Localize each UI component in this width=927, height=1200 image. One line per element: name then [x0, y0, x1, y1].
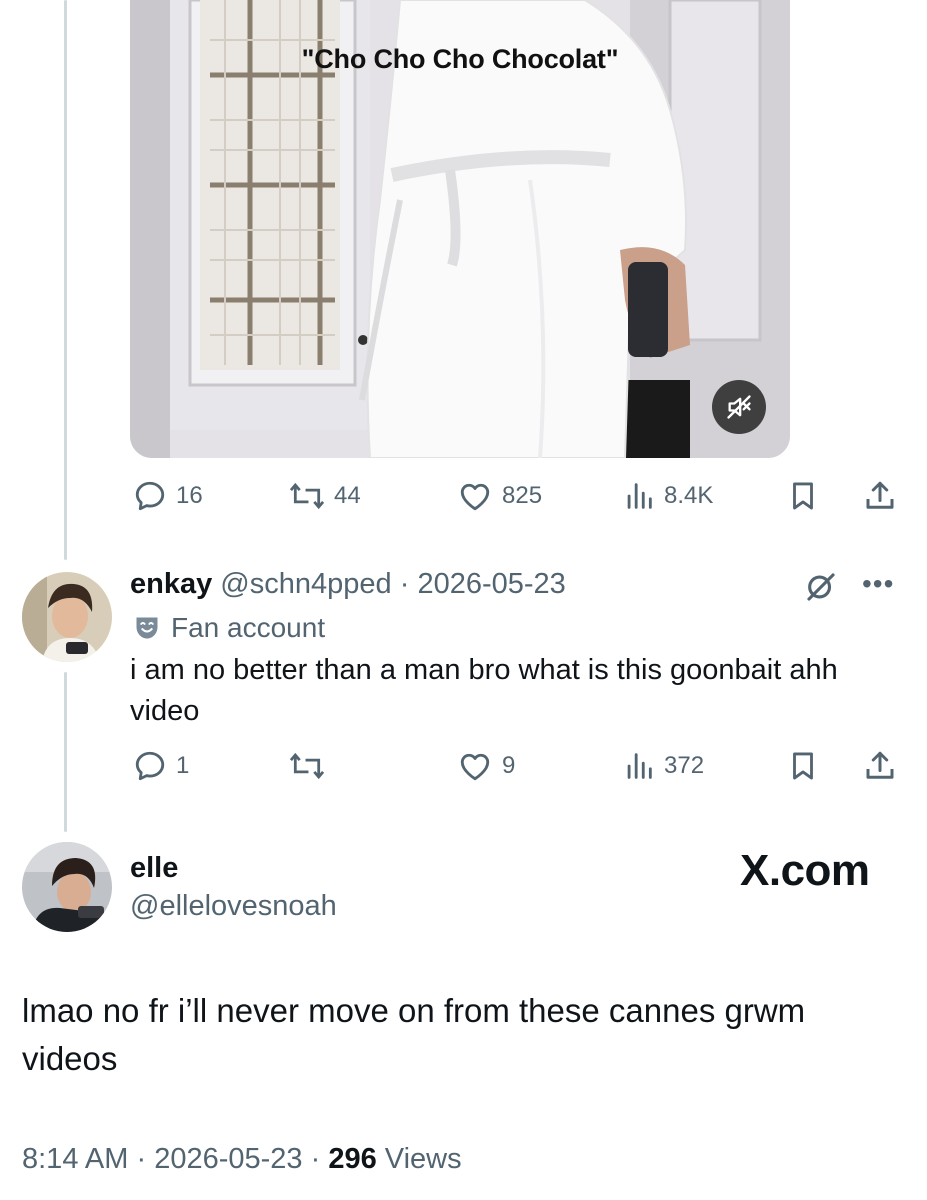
main-handle[interactable]: @ellelovesnoah [130, 890, 337, 923]
reply-like-button[interactable]: 9 [456, 746, 515, 786]
video-tweet-actions: 16 44 825 8.4K [130, 476, 905, 516]
repost-icon [289, 482, 325, 510]
reply-button[interactable]: 16 [132, 476, 203, 516]
theater-mask-icon [136, 617, 158, 639]
like-button[interactable]: 825 [456, 476, 542, 516]
share-icon [866, 751, 894, 779]
reply-count: 16 [176, 482, 203, 509]
reply-views-button[interactable]: 372 [622, 746, 704, 786]
like-count: 825 [502, 482, 543, 509]
views-label: Views [384, 1143, 462, 1175]
views-count: 8.4K [664, 482, 714, 509]
reply-reply-button[interactable]: 1 [132, 746, 189, 786]
views-icon [627, 483, 652, 509]
thread-line-top [64, 0, 67, 560]
reply-views-count: 372 [664, 752, 705, 779]
avatar-image [22, 842, 112, 932]
mute-button[interactable] [712, 380, 766, 434]
reply-separator: · [399, 568, 410, 600]
meta-separator: · [136, 1143, 147, 1175]
bookmark-icon [793, 752, 813, 780]
reply-icon [135, 481, 165, 511]
reply-icon [135, 751, 165, 781]
reply-badge: Fan account [133, 612, 325, 644]
share-icon [866, 481, 894, 509]
reply-text: i am no better than a man bro what is th… [130, 654, 838, 727]
repost-icon [289, 752, 325, 780]
heart-icon [460, 483, 490, 511]
repost-button[interactable]: 44 [288, 476, 361, 516]
grok-icon [807, 573, 835, 601]
reply-share-button[interactable] [862, 746, 898, 786]
repost-count: 44 [334, 482, 361, 509]
views-button[interactable]: 8.4K [622, 476, 713, 516]
main-display-name[interactable]: elle [130, 852, 178, 885]
reply-actions: 1 9 372 [130, 746, 905, 786]
thread-line-middle [64, 672, 67, 832]
reply-date[interactable]: 2026-05-23 [417, 568, 565, 600]
xcom-label: X.com [740, 846, 870, 895]
reply-avatar[interactable] [22, 572, 112, 662]
main-tweet-text: lmao no fr i’ll never move on from these… [22, 992, 806, 1077]
tweet-time[interactable]: 8:14 AM [22, 1143, 128, 1175]
reply-reply-count: 1 [176, 752, 190, 779]
video-caption: "Cho Cho Cho Chocolat" [301, 44, 619, 74]
views-icon [627, 753, 652, 779]
main-avatar[interactable] [22, 842, 112, 932]
tweet-date[interactable]: 2026-05-23 [154, 1143, 302, 1175]
speaker-muted-icon [727, 395, 751, 419]
video-player[interactable]: "Cho Cho Cho Chocolat" [130, 0, 790, 458]
reply-display-name[interactable]: enkay [130, 568, 212, 600]
reply-header: enkay @schn4pped · 2026-05-23 [130, 568, 566, 601]
tweet-meta: 8:14 AM · 2026-05-23 · 296 Views [22, 1143, 462, 1176]
xcom-watermark: X.com [740, 846, 870, 896]
reply-repost-button[interactable] [288, 746, 334, 786]
grok-button[interactable] [804, 570, 838, 609]
reply-badge-label: Fan account [171, 612, 326, 643]
avatar-image [22, 572, 112, 662]
views-count: 296 [328, 1143, 377, 1175]
more-options-icon[interactable]: ••• [862, 568, 894, 600]
bookmark-button[interactable] [786, 476, 820, 516]
share-button[interactable] [862, 476, 898, 516]
heart-icon [460, 753, 490, 781]
reply-like-count: 9 [502, 752, 516, 779]
reply-bookmark-button[interactable] [786, 746, 820, 786]
bookmark-icon [793, 482, 813, 510]
meta-separator: · [310, 1143, 321, 1175]
reply-handle[interactable]: @schn4pped [220, 568, 391, 600]
